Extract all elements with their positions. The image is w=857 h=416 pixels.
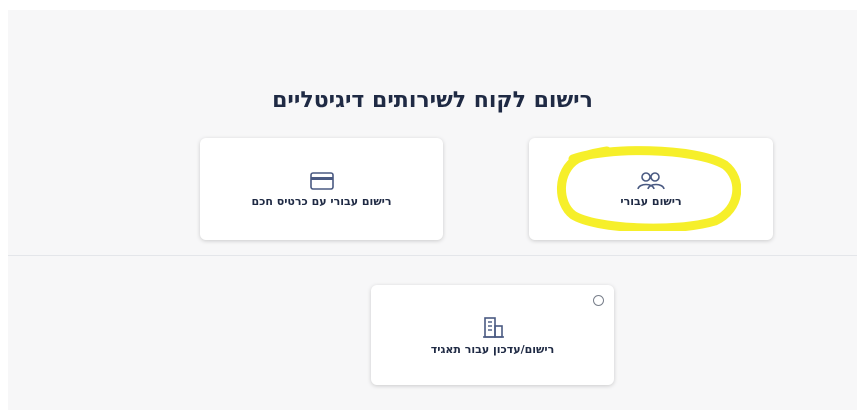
smart-card-registration-label: רישום עבורי עם כרטיס חכם — [251, 194, 392, 208]
page-title: רישום לקוח לשירותים דיגיטליים — [272, 88, 593, 113]
users-icon — [637, 171, 665, 189]
corporate-registration-label: רישום/עדכון עבור תאגיד — [430, 342, 555, 356]
page-container: רישום לקוח לשירותים דיגיטליים רישום עבור… — [8, 10, 857, 410]
section-divider — [8, 255, 857, 256]
personal-registration-label: רישום עבורי — [620, 194, 682, 208]
smart-card-registration-card[interactable]: רישום עבורי עם כרטיס חכם — [200, 138, 443, 240]
radio-button[interactable] — [593, 295, 604, 306]
credit-card-icon — [309, 171, 334, 190]
building-icon — [482, 316, 504, 338]
corporate-registration-card[interactable]: רישום/עדכון עבור תאגיד — [371, 285, 614, 385]
personal-registration-card[interactable]: רישום עבורי — [529, 138, 773, 240]
